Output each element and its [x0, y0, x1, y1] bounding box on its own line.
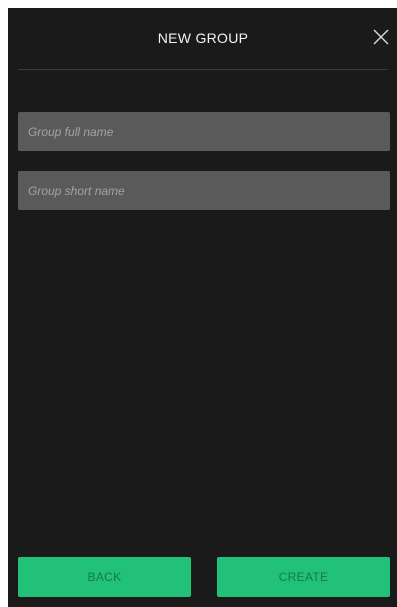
dialog-header: NEW GROUP — [8, 8, 397, 69]
new-group-dialog: NEW GROUP BACK CREATE — [8, 8, 397, 607]
group-full-name-input[interactable] — [18, 112, 390, 151]
group-short-name-input[interactable] — [18, 171, 390, 210]
close-icon — [373, 29, 389, 45]
back-button[interactable]: BACK — [18, 557, 191, 597]
close-button[interactable] — [370, 26, 392, 48]
dialog-title: NEW GROUP — [157, 30, 249, 46]
create-button[interactable]: CREATE — [217, 557, 390, 597]
header-divider — [18, 69, 388, 70]
